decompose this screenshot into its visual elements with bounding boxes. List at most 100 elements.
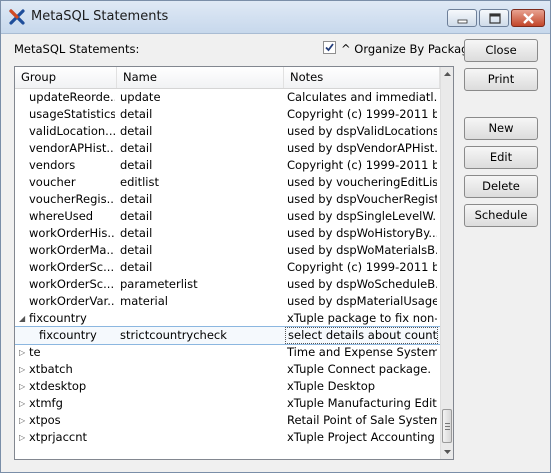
package-notes: xTuple Connect package. bbox=[287, 362, 432, 376]
close-button[interactable]: Close bbox=[464, 39, 538, 62]
tree-row[interactable]: whereUsed detail used by dspSingleLevelW..… bbox=[15, 208, 440, 225]
row-notes: Copyright (c) 1999-2011 b... bbox=[287, 158, 437, 172]
metasql-tree[interactable]: Group Name Notes updateReorde... update Ca… bbox=[14, 66, 454, 460]
row-group: workOrderVar... bbox=[29, 294, 115, 308]
row-notes: used by dspWoMaterialsB... bbox=[287, 243, 437, 257]
organize-by-package-label: ^ Organize By Package bbox=[341, 42, 476, 56]
tree-row[interactable]: updateReorde... update Calculates and imme… bbox=[15, 89, 440, 106]
tree-row[interactable]: workOrderMa... detail used by dspWoMateria… bbox=[15, 242, 440, 259]
close-window-button[interactable] bbox=[511, 9, 545, 27]
row-notes: used by dspWoHistoryBy... bbox=[287, 226, 437, 240]
row-notes: Copyright (c) 1999-2011 b... bbox=[287, 260, 437, 274]
row-notes: used by dspWoScheduleB... bbox=[287, 277, 437, 291]
package-notes: Retail Point of Sale System bbox=[287, 413, 437, 427]
tree-row[interactable]: workOrderSc... parameterlist used by dspWo… bbox=[15, 276, 440, 293]
row-group: updateReorde... bbox=[29, 90, 115, 104]
row-name: editlist bbox=[120, 175, 159, 189]
expand-arrow-icon[interactable]: ▷ bbox=[19, 344, 27, 361]
row-group: workOrderSc... bbox=[29, 277, 115, 291]
row-name: material bbox=[120, 294, 168, 308]
row-notes: used by dspVoucherRegist... bbox=[287, 192, 437, 206]
row-name: detail bbox=[120, 243, 153, 257]
checkmark-icon bbox=[325, 43, 334, 52]
minimize-button[interactable] bbox=[447, 9, 477, 27]
tree-row[interactable]: workOrderHis... detail used by dspWoHistor… bbox=[15, 225, 440, 242]
tree-row[interactable]: workOrderVar... material used by dspMateri… bbox=[15, 293, 440, 310]
window-title: MetaSQL Statements bbox=[31, 9, 169, 24]
tree-row[interactable]: workOrderSc... detail Copyright (c) 1999-2… bbox=[15, 259, 440, 276]
row-notes: used by voucheringEditLis... bbox=[287, 175, 437, 189]
package-group: te bbox=[29, 345, 41, 359]
package-row-xtbatch[interactable]: ▷ xtbatch xTuple Connect package. bbox=[15, 361, 440, 378]
expand-arrow-icon[interactable]: ▷ bbox=[19, 429, 27, 446]
row-name: strictcountrycheck bbox=[120, 328, 227, 342]
package-row-xtprjaccnt[interactable]: ▷ xtprjaccnt xTuple Project Accounting bbox=[15, 429, 440, 446]
grip-line bbox=[445, 426, 450, 427]
schedule-button[interactable]: Schedule bbox=[464, 204, 538, 227]
package-group: xtpos bbox=[29, 413, 61, 427]
row-group: voucherRegis... bbox=[29, 192, 115, 206]
row-group: usageStatistics bbox=[29, 107, 115, 121]
print-button[interactable]: Print bbox=[464, 68, 538, 91]
package-notes: xTuple Desktop bbox=[287, 379, 376, 393]
package-row-te[interactable]: ▷ te Time and Expense System bbox=[15, 344, 440, 361]
row-notes: used by dspVendorAPHist... bbox=[287, 141, 437, 155]
tree-row[interactable]: vendors detail Copyright (c) 1999-2011 b..… bbox=[15, 157, 440, 174]
close-icon bbox=[523, 13, 534, 24]
row-notes: used by dspMaterialUsage... bbox=[287, 294, 437, 308]
package-notes: Time and Expense System bbox=[287, 345, 437, 359]
package-group: xtmfg bbox=[29, 396, 63, 410]
row-notes: Copyright (c) 1999-2011 b... bbox=[287, 107, 437, 121]
package-row-xtdesktop[interactable]: ▷ xtdesktop xTuple Desktop bbox=[15, 378, 440, 395]
expand-arrow-icon[interactable]: ▷ bbox=[19, 395, 27, 412]
row-name: detail bbox=[120, 226, 153, 240]
selected-tree-row[interactable]: fixcountry strictcountrycheck select det… bbox=[15, 326, 441, 345]
grip-line bbox=[445, 423, 450, 424]
new-button[interactable]: New bbox=[464, 117, 538, 140]
collapse-arrow-icon[interactable]: ◢ bbox=[19, 310, 27, 327]
package-row-fixcountry[interactable]: ◢ fixcountry xTuple package to fix non-.… bbox=[15, 310, 440, 327]
tree-row[interactable]: validLocation... detail used by dspValidLo… bbox=[15, 123, 440, 140]
scroll-up-arrow-icon[interactable] bbox=[441, 67, 454, 81]
row-group: validLocation... bbox=[29, 124, 115, 138]
expand-arrow-icon[interactable]: ▷ bbox=[19, 412, 27, 429]
package-notes: xTuple Manufacturing Edit... bbox=[287, 396, 437, 410]
column-header-name[interactable]: Name bbox=[117, 67, 284, 88]
tree-row[interactable]: usageStatistics detail Copyright (c) 1999-… bbox=[15, 106, 440, 123]
column-header-group[interactable]: Group bbox=[15, 67, 117, 88]
scrollbar-thumb[interactable] bbox=[442, 409, 452, 443]
row-group: workOrderSc... bbox=[29, 260, 115, 274]
column-header-notes[interactable]: Notes bbox=[284, 67, 440, 88]
row-name: detail bbox=[120, 192, 153, 206]
row-group: whereUsed bbox=[29, 209, 94, 223]
expand-arrow-icon[interactable]: ▷ bbox=[19, 378, 27, 395]
tree-row[interactable]: voucher editlist used by voucheringEditLis… bbox=[15, 174, 440, 191]
package-row-xtpos[interactable]: ▷ xtpos Retail Point of Sale System bbox=[15, 412, 440, 429]
tree-row[interactable]: vendorAPHist... detail used by dspVendorAP… bbox=[15, 140, 440, 157]
row-name: detail bbox=[120, 209, 153, 223]
tree-row[interactable]: voucherRegis... detail used by dspVoucherR… bbox=[15, 191, 440, 208]
row-name: detail bbox=[120, 107, 153, 121]
package-notes: xTuple package to fix non-... bbox=[287, 311, 437, 325]
maximize-button[interactable] bbox=[479, 9, 509, 27]
package-row-xtmfg[interactable]: ▷ xtmfg xTuple Manufacturing Edit... bbox=[15, 395, 440, 412]
title-bar: MetaSQL Statements bbox=[1, 1, 550, 34]
edit-button[interactable]: Edit bbox=[464, 146, 538, 169]
row-group: fixcountry bbox=[39, 328, 97, 342]
scroll-down-arrow-icon[interactable] bbox=[441, 445, 454, 459]
metasql-statements-label: MetaSQL Statements: bbox=[14, 42, 140, 56]
row-name: detail bbox=[120, 141, 153, 155]
expand-arrow-icon[interactable]: ▷ bbox=[19, 361, 27, 378]
row-name: detail bbox=[120, 158, 153, 172]
package-group: xtprjaccnt bbox=[29, 430, 88, 444]
row-group: workOrderMa... bbox=[29, 243, 115, 257]
organize-by-package-checkbox[interactable] bbox=[323, 41, 336, 54]
delete-button[interactable]: Delete bbox=[464, 175, 538, 198]
row-group: vendors bbox=[29, 158, 76, 172]
package-group: xtbatch bbox=[29, 362, 73, 376]
package-group: fixcountry bbox=[29, 311, 87, 325]
vertical-scrollbar[interactable] bbox=[440, 67, 454, 459]
row-notes: used by dspValidLocations... bbox=[287, 124, 437, 138]
minimize-icon bbox=[457, 19, 468, 24]
row-group: voucher bbox=[29, 175, 76, 189]
